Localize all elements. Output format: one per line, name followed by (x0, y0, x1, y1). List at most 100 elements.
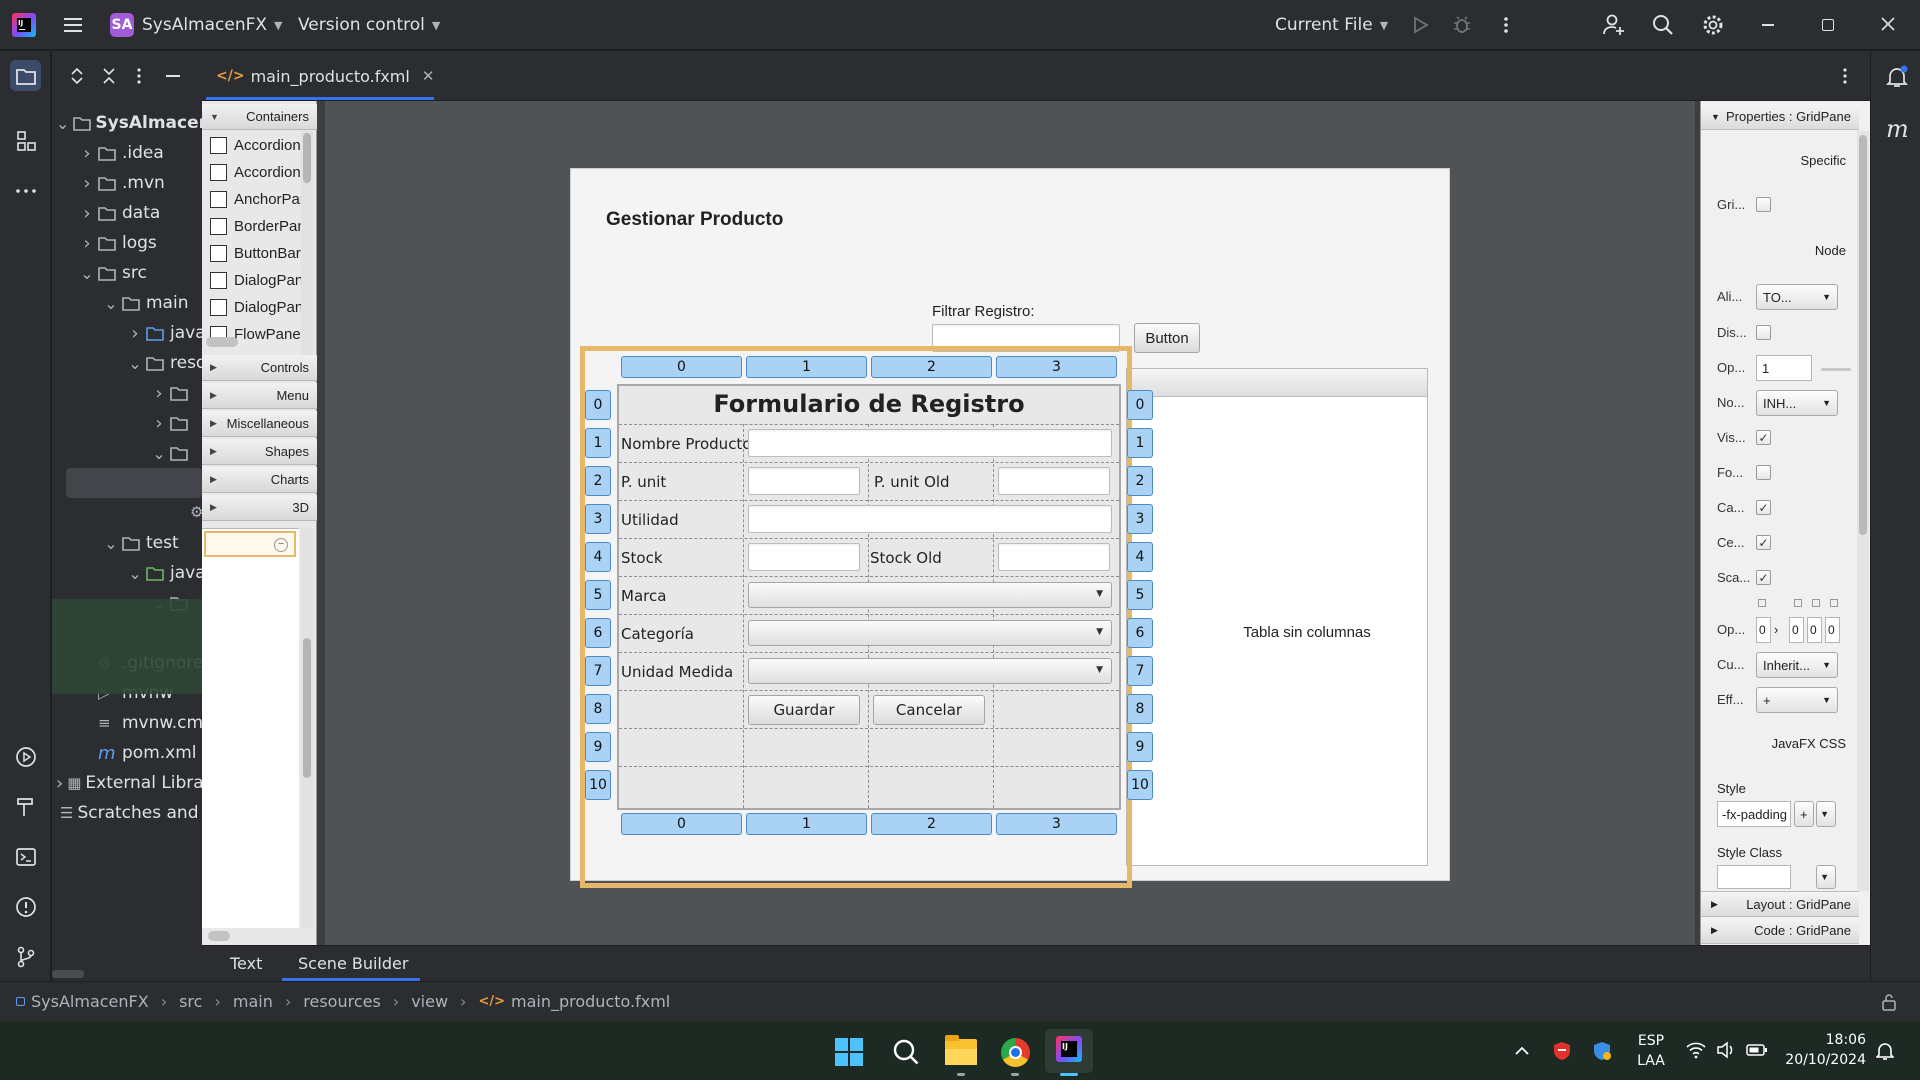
maven-icon[interactable]: m (1886, 115, 1909, 143)
properties-section-header[interactable]: ▼ Properties : GridPane (1701, 104, 1859, 130)
chevron-icon[interactable]: › (56, 773, 63, 794)
library-item[interactable]: DialogPane (210, 267, 308, 293)
opacity-slider[interactable] (1821, 368, 1851, 371)
chevron-icon[interactable]: ⌄ (152, 444, 166, 463)
battery-icon[interactable] (1746, 1043, 1768, 1057)
property-checkbox[interactable]: ✓ (1756, 500, 1771, 515)
breadcrumb-item[interactable]: src (179, 992, 202, 1011)
library-hscrollbar[interactable] (206, 337, 238, 347)
style-add-button[interactable]: + (1794, 801, 1814, 827)
tree-item[interactable]: › java (128, 318, 202, 348)
property-checkbox[interactable] (1756, 465, 1771, 480)
add-user-icon[interactable] (1602, 13, 1626, 37)
property-checkbox[interactable] (1756, 197, 1771, 212)
tab-main-producto[interactable]: </> main_producto.fxml ✕ (216, 51, 434, 101)
row-header[interactable]: 1 (585, 428, 611, 458)
close-tab-icon[interactable]: ✕ (422, 67, 435, 85)
library-section-header[interactable]: ▶ 3D (202, 495, 317, 521)
library-item[interactable]: DialogPane (210, 294, 308, 320)
table-view[interactable]: Tabla sin columnas (1126, 368, 1428, 866)
taskbar-search-icon[interactable] (892, 1038, 920, 1066)
close-window-icon[interactable] (1880, 16, 1896, 32)
expand-all-icon[interactable] (70, 67, 84, 85)
property-combobox[interactable]: Inherit... ▼ (1756, 652, 1838, 678)
tree-item[interactable]: ⌄ (152, 438, 202, 468)
chevron-icon[interactable]: › (80, 143, 94, 164)
tab-text[interactable]: Text (230, 954, 262, 973)
chevron-icon[interactable]: ⌄ (128, 564, 142, 583)
services-icon[interactable] (10, 741, 41, 772)
tree-item[interactable]: › .mvn (80, 168, 202, 198)
tree-item[interactable]: › data (80, 198, 202, 228)
row-header[interactable]: 8 (585, 694, 611, 724)
main-menu-icon[interactable] (62, 14, 84, 36)
categoria-combobox[interactable]: ▼ (748, 620, 1112, 646)
property-combobox[interactable]: TO... ▼ (1756, 284, 1838, 310)
layout-section-header[interactable]: ▶ Layout : GridPane (1701, 891, 1859, 917)
style-class-field[interactable] (1717, 865, 1791, 889)
row-header[interactable]: 3 (1127, 504, 1153, 534)
row-header[interactable]: 7 (1127, 656, 1153, 686)
row-header[interactable]: 4 (585, 542, 611, 572)
library-section-header[interactable]: ▶ Charts (202, 467, 317, 493)
chevron-icon[interactable]: ⌄ (104, 534, 118, 553)
tree-item[interactable]: › .idea (80, 138, 202, 168)
tree-item[interactable]: ⌄ java (128, 558, 202, 588)
project-switcher[interactable]: SA SysAlmacenFX ▼ (110, 0, 283, 50)
notification-center-icon[interactable] (1876, 1041, 1894, 1061)
property-combobox[interactable]: INH... ▼ (1756, 390, 1838, 416)
column-header[interactable]: 0 (621, 356, 742, 378)
stock-input[interactable] (748, 543, 860, 571)
chevron-icon[interactable]: ⌄ (128, 354, 142, 373)
tab-scene-builder[interactable]: Scene Builder (298, 954, 408, 973)
row-header[interactable]: 10 (585, 770, 611, 800)
punit-old-input[interactable] (998, 467, 1110, 495)
row-header[interactable]: 7 (585, 656, 611, 686)
property-checkbox[interactable]: ✓ (1756, 570, 1771, 585)
punit-input[interactable] (748, 467, 860, 495)
tray-overflow-icon[interactable] (1514, 1043, 1530, 1057)
lock-toggle[interactable] (1812, 599, 1820, 607)
tree-item[interactable]: ⌄ test (104, 528, 202, 558)
inspector-scrollbar[interactable] (1857, 131, 1869, 891)
row-header[interactable]: 2 (1127, 466, 1153, 496)
chevron-icon[interactable]: ⌄ (104, 294, 118, 313)
breadcrumb-item[interactable]: SysAlmacenFX (31, 992, 149, 1011)
tree-item[interactable]: › logs (80, 228, 202, 258)
column-header[interactable]: 3 (996, 356, 1117, 378)
row-header[interactable]: 8 (1127, 694, 1153, 724)
chrome-icon[interactable] (1001, 1038, 1030, 1067)
wifi-icon[interactable] (1686, 1041, 1706, 1059)
orientation-field[interactable]: 0 (1756, 617, 1771, 643)
document-vscrollbar[interactable] (301, 528, 313, 928)
project-tool-icon[interactable] (10, 60, 41, 91)
tabs-options-icon[interactable] (1842, 67, 1848, 85)
antivirus-shield-icon[interactable] (1553, 1041, 1571, 1061)
chevron-icon[interactable]: › (152, 413, 166, 434)
windows-start-icon[interactable] (835, 1038, 863, 1066)
minimize-icon[interactable] (1762, 24, 1774, 26)
column-header[interactable]: 1 (746, 356, 867, 378)
collapse-all-icon[interactable] (102, 67, 116, 85)
run-config-selector[interactable]: Current File ▼ (1275, 0, 1388, 50)
orientation-field[interactable]: 0 (1807, 617, 1822, 643)
property-checkbox[interactable]: ✓ (1756, 430, 1771, 445)
input-language[interactable]: ESP LAA (1636, 1031, 1666, 1071)
orientation-field[interactable]: 0 (1825, 617, 1840, 643)
code-section-header[interactable]: ▶ Code : GridPane (1701, 918, 1859, 944)
debug-icon[interactable] (1452, 15, 1472, 35)
library-list-scrollbar[interactable] (301, 131, 313, 356)
terminal-icon[interactable] (10, 841, 41, 872)
column-header[interactable]: 1 (746, 813, 867, 835)
property-checkbox[interactable]: ✓ (1756, 535, 1771, 550)
column-header[interactable]: 0 (621, 813, 742, 835)
library-section-header[interactable]: ▶ Shapes (202, 439, 317, 465)
row-header[interactable]: 5 (585, 580, 611, 610)
library-section-header[interactable]: ▶ Miscellaneous (202, 411, 317, 437)
notifications-bell-icon[interactable] (1885, 65, 1909, 89)
lock-toggle[interactable] (1830, 599, 1838, 607)
chevron-icon[interactable]: › (80, 203, 94, 224)
version-control-menu[interactable]: Version control ▼ (298, 0, 440, 50)
tree-item[interactable]: ☰Scratches and Consoles (56, 798, 202, 828)
row-header[interactable]: 2 (585, 466, 611, 496)
